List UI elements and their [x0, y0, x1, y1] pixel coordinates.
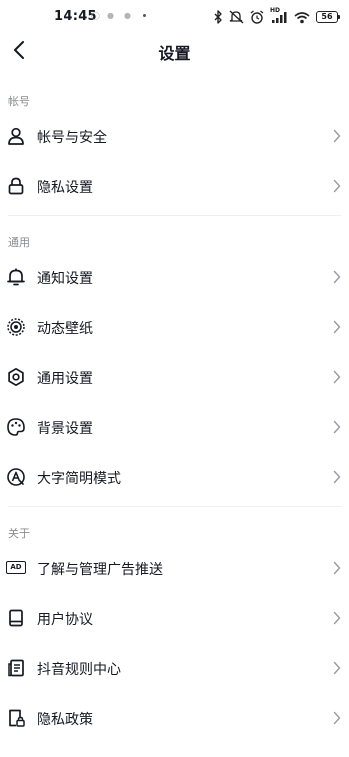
menu-item-privacy-policy[interactable]: 隐私政策: [0, 696, 349, 740]
chevron-right-icon: [333, 179, 341, 193]
menu-item-label: 帐号与安全: [37, 130, 107, 146]
menu-item-label: 背景设置: [37, 421, 93, 437]
chevron-right-icon: [333, 661, 341, 675]
chevron-right-icon: [333, 711, 341, 725]
section-divider: [8, 215, 341, 216]
menu-item-label: 了解与管理广告推送: [37, 562, 163, 578]
section-header-account: 帐号: [8, 95, 30, 108]
menu-item-rules-center[interactable]: 抖音规则中心: [0, 646, 349, 690]
battery-indicator: 56: [316, 11, 340, 23]
signal-icon: HD: [270, 7, 288, 24]
user-icon: [6, 126, 26, 146]
large-font-icon: [6, 467, 26, 487]
menu-item-label: 通知设置: [37, 271, 93, 287]
section-divider: [8, 506, 341, 507]
menu-item-label: 隐私设置: [37, 180, 93, 196]
menu-item-live-wallpaper[interactable]: 动态壁纸: [0, 305, 349, 349]
agreement-book-icon: [6, 608, 26, 628]
weibo-icon: ◯: [91, 11, 100, 20]
bluetooth-icon: [213, 10, 223, 24]
chat-icon: ●: [107, 11, 114, 20]
signal-hd-label: HD: [270, 7, 281, 14]
menu-item-notification-settings[interactable]: 通知设置: [0, 255, 349, 299]
chevron-right-icon: [333, 470, 341, 484]
chevron-right-icon: [333, 270, 341, 284]
chevron-right-icon: [333, 370, 341, 384]
menu-item-label: 大字简明模式: [37, 471, 121, 487]
menu-item-label: 通用设置: [37, 371, 93, 387]
menu-item-label: 抖音规则中心: [37, 662, 121, 678]
gear-icon: [6, 367, 26, 387]
menu-item-account-security[interactable]: 帐号与安全: [0, 114, 349, 158]
chat-icon: ●: [124, 11, 131, 20]
palette-icon: [6, 417, 26, 437]
rules-document-icon: [6, 658, 26, 678]
section-header-general: 通用: [8, 236, 30, 249]
status-icons: HD 56: [213, 7, 340, 26]
mute-icon: [229, 10, 244, 24]
more-notifications-dot: [143, 14, 146, 17]
menu-item-label: 动态壁纸: [37, 321, 93, 337]
nav-bar: 设置: [0, 34, 349, 66]
page-title: 设置: [158, 44, 191, 63]
menu-item-large-font-mode[interactable]: 大字简明模式: [0, 455, 349, 499]
privacy-policy-icon: [6, 708, 26, 728]
chevron-right-icon: [333, 129, 341, 143]
status-bar: 14:45 ◯ ● ● HD 56: [0, 0, 349, 34]
wifi-icon: [294, 11, 310, 24]
live-wallpaper-icon: [6, 317, 26, 337]
menu-item-label: 隐私政策: [37, 712, 93, 728]
chevron-right-icon: [333, 611, 341, 625]
menu-item-background-settings[interactable]: 背景设置: [0, 405, 349, 449]
alarm-icon: [250, 10, 264, 24]
menu-item-general-settings[interactable]: 通用设置: [0, 355, 349, 399]
bell-icon: [6, 267, 26, 287]
ad-icon: AD: [6, 561, 26, 574]
lock-icon: [6, 176, 26, 196]
chevron-right-icon: [333, 420, 341, 434]
chevron-right-icon: [333, 561, 341, 575]
chevron-right-icon: [333, 320, 341, 334]
menu-item-user-agreement[interactable]: 用户协议: [0, 596, 349, 640]
menu-item-label: 用户协议: [37, 612, 93, 628]
ad-icon-text: AD: [10, 563, 22, 571]
section-header-about: 关于: [8, 527, 30, 540]
menu-item-ad-management[interactable]: AD 了解与管理广告推送: [0, 546, 349, 590]
menu-item-privacy-settings[interactable]: 隐私设置: [0, 164, 349, 208]
